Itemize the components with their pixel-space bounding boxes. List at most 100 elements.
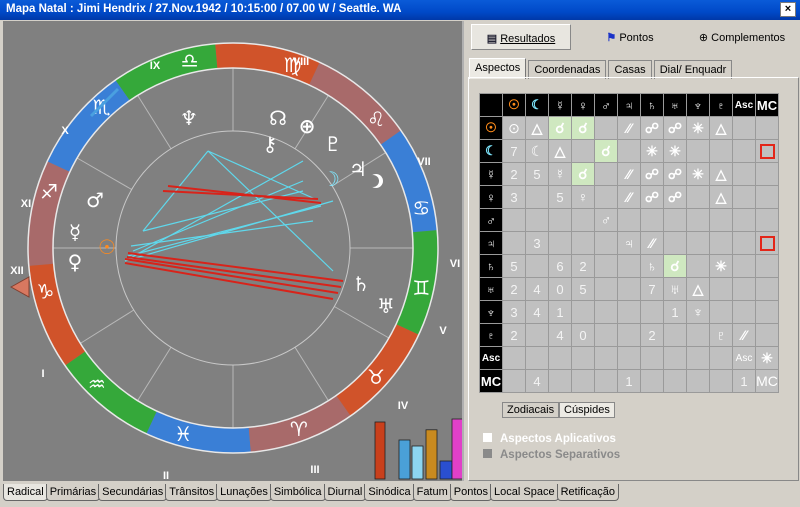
tab-simb-lica[interactable]: Simbólica	[269, 484, 326, 501]
neptune-icon[interactable]: ♆	[180, 106, 198, 130]
grid-orb-cell[interactable]: 3	[502, 185, 526, 209]
grid-orb-cell[interactable]	[594, 369, 618, 393]
grid-orb-cell[interactable]	[617, 300, 641, 324]
grid-orb-cell[interactable]	[594, 231, 618, 255]
grid-aspect-cell[interactable]	[755, 277, 779, 301]
grid-orb-cell[interactable]	[548, 208, 572, 232]
grid-orb-cell[interactable]	[663, 346, 687, 370]
grid-orb-cell[interactable]	[594, 323, 618, 347]
grid-aspect-cell[interactable]	[709, 139, 733, 163]
saturn-icon[interactable]: ♄	[352, 272, 370, 296]
grid-orb-cell[interactable]	[502, 231, 526, 255]
grid-aspect-cell[interactable]	[640, 208, 664, 232]
grid-orb-cell[interactable]: 4	[525, 300, 549, 324]
grid-aspect-cell[interactable]	[755, 162, 779, 186]
grid-orb-cell[interactable]	[686, 346, 710, 370]
tab-retifica-o[interactable]: Retificação	[556, 484, 619, 501]
grid-orb-cell[interactable]	[548, 231, 572, 255]
tab-fatum[interactable]: Fatum	[412, 484, 452, 501]
grid-orb-cell[interactable]	[548, 346, 572, 370]
grid-orb-cell[interactable]	[525, 185, 549, 209]
grid-aspect-cell[interactable]	[709, 300, 733, 324]
grid-aspect-cell[interactable]	[686, 254, 710, 278]
grid-orb-cell[interactable]: 3	[525, 231, 549, 255]
grid-orb-cell[interactable]	[640, 346, 664, 370]
grid-orb-cell[interactable]	[640, 369, 664, 393]
grid-aspect-cell[interactable]	[709, 231, 733, 255]
grid-aspect-cell[interactable]	[755, 300, 779, 324]
grid-orb-cell[interactable]: 2	[640, 323, 664, 347]
grid-aspect-cell[interactable]: ✳	[640, 139, 664, 163]
results-button[interactable]: ▤ Resultados	[471, 24, 571, 50]
grid-aspect-cell[interactable]: ✳	[663, 139, 687, 163]
grid-aspect-cell[interactable]: ☍	[640, 162, 664, 186]
grid-aspect-cell[interactable]	[594, 116, 618, 140]
grid-aspect-cell[interactable]: ☍	[663, 162, 687, 186]
grid-aspect-cell[interactable]: △	[709, 162, 733, 186]
grid-orb-cell[interactable]	[617, 277, 641, 301]
grid-aspect-cell[interactable]: ⁄⁄	[640, 231, 664, 255]
grid-aspect-cell[interactable]	[617, 208, 641, 232]
grid-orb-cell[interactable]	[594, 346, 618, 370]
grid-aspect-cell[interactable]	[663, 231, 687, 255]
grid-aspect-cell[interactable]: ☌	[548, 116, 572, 140]
grid-aspect-cell[interactable]	[571, 139, 595, 163]
grid-aspect-cell[interactable]	[732, 116, 756, 140]
grid-aspect-cell[interactable]	[755, 208, 779, 232]
tab-aspectos[interactable]: Aspectos	[469, 58, 527, 79]
grid-aspect-cell[interactable]: ✳	[755, 346, 779, 370]
grid-orb-cell[interactable]: 6	[548, 254, 572, 278]
tab-prim-rias[interactable]: Primárias	[45, 484, 101, 501]
grid-aspect-cell[interactable]: ⁄⁄	[617, 162, 641, 186]
tab-tr-nsitos[interactable]: Trânsitos	[165, 484, 219, 501]
tab-cuspides[interactable]: Cúspides	[559, 402, 615, 418]
grid-aspect-cell[interactable]: ⁄⁄	[617, 116, 641, 140]
grid-orb-cell[interactable]: 0	[548, 277, 572, 301]
grid-aspect-cell[interactable]	[732, 162, 756, 186]
grid-aspect-cell[interactable]	[755, 254, 779, 278]
grid-orb-cell[interactable]	[686, 369, 710, 393]
grid-diagonal-cell[interactable]: ♅	[663, 277, 687, 301]
grid-aspect-cell[interactable]: △	[686, 277, 710, 301]
natal-chart-wheel[interactable]: ♈♉♊♋♌♍♎♏♐♑♒♓IIIIIIIVVVIVIIVIIIIXXXIXII☉☽…	[3, 21, 464, 481]
moon-icon[interactable]: ☽	[322, 167, 340, 191]
grid-diagonal-cell[interactable]: Asc	[732, 346, 756, 370]
tab-diurnal[interactable]: Diurnal	[323, 484, 367, 501]
grid-orb-cell[interactable]	[571, 208, 595, 232]
tab-zodiacais[interactable]: Zodiacais	[502, 402, 560, 418]
grid-orb-cell[interactable]	[686, 323, 710, 347]
grid-aspect-cell[interactable]: ☌	[571, 116, 595, 140]
grid-orb-cell[interactable]	[594, 300, 618, 324]
grid-aspect-cell[interactable]	[732, 254, 756, 278]
grid-orb-cell[interactable]	[594, 254, 618, 278]
tab-sin-dica[interactable]: Sinódica	[364, 484, 415, 501]
grid-orb-cell[interactable]	[709, 346, 733, 370]
grid-orb-cell[interactable]	[525, 323, 549, 347]
grid-orb-cell[interactable]: 7	[640, 277, 664, 301]
tab-luna-es[interactable]: Lunações	[216, 484, 272, 501]
grid-orb-cell[interactable]	[617, 346, 641, 370]
grid-aspect-cell[interactable]	[755, 139, 779, 163]
grid-orb-cell[interactable]: 3	[502, 300, 526, 324]
grid-aspect-cell[interactable]	[686, 185, 710, 209]
grid-aspect-cell[interactable]	[755, 231, 779, 255]
grid-aspect-cell[interactable]	[594, 185, 618, 209]
grid-diagonal-cell[interactable]: ♄	[640, 254, 664, 278]
grid-aspect-cell[interactable]: ☌	[571, 162, 595, 186]
grid-orb-cell[interactable]	[548, 369, 572, 393]
grid-orb-cell[interactable]	[571, 369, 595, 393]
grid-diagonal-cell[interactable]: ♀	[571, 185, 595, 209]
grid-diagonal-cell[interactable]: MC	[755, 369, 779, 393]
grid-aspect-cell[interactable]: △	[709, 116, 733, 140]
grid-aspect-cell[interactable]	[732, 231, 756, 255]
grid-orb-cell[interactable]	[502, 208, 526, 232]
close-button[interactable]: ×	[780, 2, 796, 17]
grid-orb-cell[interactable]	[525, 346, 549, 370]
grid-orb-cell[interactable]	[663, 323, 687, 347]
grid-orb-cell[interactable]	[571, 231, 595, 255]
tab-radical[interactable]: Radical	[3, 484, 48, 501]
grid-orb-cell[interactable]: 2	[502, 323, 526, 347]
uranus-icon[interactable]: ♅	[377, 294, 395, 318]
venus-icon[interactable]: ♀	[68, 250, 83, 274]
grid-orb-cell[interactable]: 5	[571, 277, 595, 301]
